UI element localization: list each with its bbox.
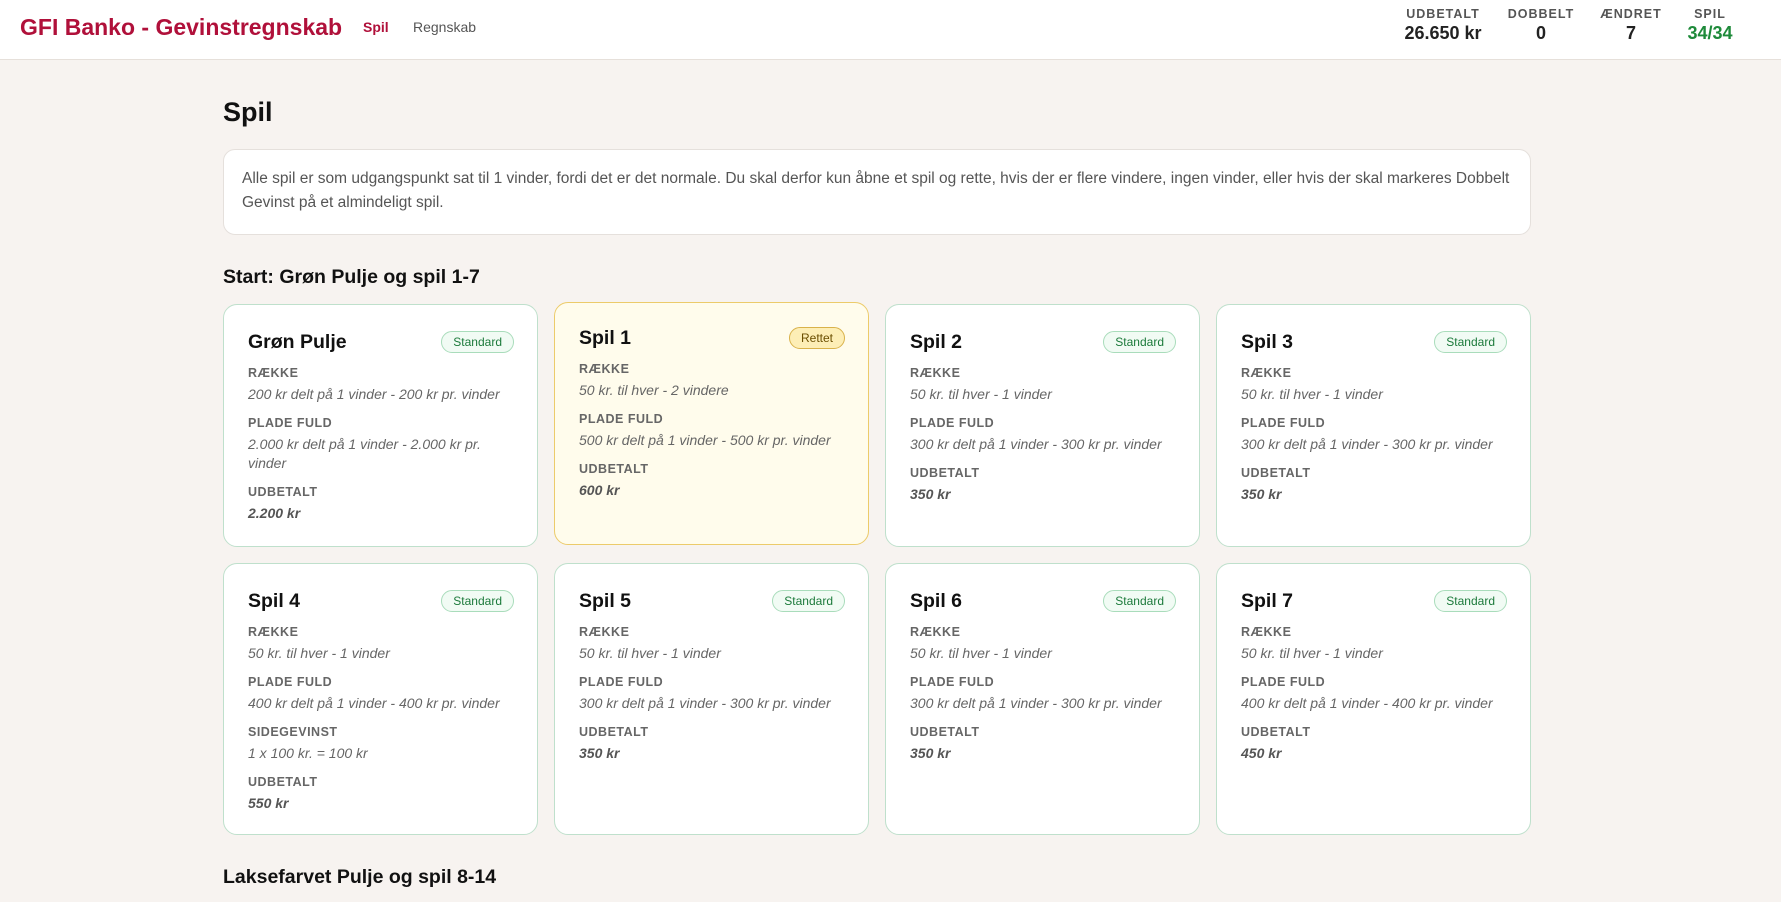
card-title: Grøn Pulje <box>248 331 347 353</box>
field-label-udbetalt: UDBETALT <box>1241 725 1311 739</box>
card-title: Spil 7 <box>1241 590 1294 612</box>
field-value-raekke: 50 kr. til hver - 1 vinder <box>1241 386 1383 402</box>
page-title: Spil <box>223 97 273 127</box>
game-card-gron-pulje[interactable]: Grøn Pulje Standard RÆKKE 200 kr delt på… <box>223 304 538 547</box>
stat-udbetalt: UDBETALT 26.650 kr <box>1398 7 1488 44</box>
field-label-plade-fuld: PLADE FULD <box>1241 675 1326 689</box>
field-value-udbetalt: 450 kr <box>1241 745 1282 761</box>
info-box: Alle spil er som udgangspunkt sat til 1 … <box>223 149 1531 235</box>
card-title: Spil 6 <box>910 590 963 612</box>
field-label-raekke: RÆKKE <box>1241 366 1292 380</box>
field-value-raekke: 50 kr. til hver - 1 vinder <box>1241 645 1383 661</box>
field-label-plade-fuld: PLADE FULD <box>248 416 333 430</box>
card-title: Spil 4 <box>248 590 301 612</box>
status-badge: Rettet <box>788 326 845 349</box>
section-title: Laksefarvet Pulje og spil 8-14 <box>223 866 497 888</box>
game-card-spil-1[interactable]: Spil 1 Rettet RÆKKE 50 kr. til hver - 2 … <box>554 302 869 545</box>
section-title: Start: Grøn Pulje og spil 1-7 <box>223 266 480 288</box>
field-label-udbetalt: UDBETALT <box>248 485 318 499</box>
field-label-udbetalt: UDBETALT <box>248 775 318 789</box>
field-value-raekke: 50 kr. til hver - 2 vindere <box>579 382 729 398</box>
status-badge: Standard <box>1103 589 1176 612</box>
stat-dobbelt: DOBBELT 0 <box>1503 7 1579 44</box>
field-label-raekke: RÆKKE <box>1241 625 1292 639</box>
field-label-raekke: RÆKKE <box>910 625 961 639</box>
field-value-raekke: 50 kr. til hver - 1 vinder <box>579 645 721 661</box>
field-label-plade-fuld: PLADE FULD <box>579 412 664 426</box>
field-label-raekke: RÆKKE <box>248 625 299 639</box>
field-label-udbetalt: UDBETALT <box>910 725 980 739</box>
status-badge: Standard <box>441 589 514 612</box>
field-value-raekke: 50 kr. til hver - 1 vinder <box>910 645 1052 661</box>
nav-link-regnskab[interactable]: Regnskab <box>413 19 476 35</box>
game-card-spil-3[interactable]: Spil 3 Standard RÆKKE 50 kr. til hver - … <box>1216 304 1531 547</box>
top-bar: GFI Banko - Gevinstregnskab Spil Regnska… <box>0 0 1781 60</box>
field-label-udbetalt: UDBETALT <box>910 466 980 480</box>
stat-aendret-value: 7 <box>1625 23 1636 43</box>
card-title: Spil 1 <box>579 327 632 349</box>
field-label-udbetalt: UDBETALT <box>579 725 649 739</box>
stat-aendret-label: ÆNDRET <box>1600 7 1662 21</box>
field-value-udbetalt: 350 kr <box>910 745 951 761</box>
card-title: Spil 3 <box>1241 331 1294 353</box>
field-value-udbetalt: 600 kr <box>579 482 620 498</box>
field-label-plade-fuld: PLADE FULD <box>1241 416 1326 430</box>
stat-spil-value: 34/34 <box>1687 23 1733 43</box>
field-value-plade-fuld: 300 kr delt på 1 vinder - 300 kr pr. vin… <box>579 695 831 711</box>
field-value-raekke: 200 kr delt på 1 vinder - 200 kr pr. vin… <box>248 386 500 402</box>
status-badge: Standard <box>1434 589 1507 612</box>
field-label-raekke: RÆKKE <box>248 366 299 380</box>
field-value-plade-fuld: 300 kr delt på 1 vinder - 300 kr pr. vin… <box>1241 436 1493 452</box>
field-label-plade-fuld: PLADE FULD <box>579 675 664 689</box>
field-value-plade-fuld: 400 kr delt på 1 vinder - 400 kr pr. vin… <box>248 695 500 711</box>
stat-udbetalt-label: UDBETALT <box>1406 7 1480 21</box>
field-label-raekke: RÆKKE <box>579 625 630 639</box>
field-value-raekke: 50 kr. til hver - 1 vinder <box>910 386 1052 402</box>
stat-dobbelt-value: 0 <box>1535 23 1546 43</box>
field-label-plade-fuld: PLADE FULD <box>248 675 333 689</box>
game-card-spil-7[interactable]: Spil 7 Standard RÆKKE 50 kr. til hver - … <box>1216 563 1531 835</box>
field-value-plade-fuld: 300 kr delt på 1 vinder - 300 kr pr. vin… <box>910 695 1162 711</box>
field-label-udbetalt: UDBETALT <box>1241 466 1311 480</box>
game-card-spil-5[interactable]: Spil 5 Standard RÆKKE 50 kr. til hver - … <box>554 563 869 835</box>
card-title: Spil 5 <box>579 590 632 612</box>
field-label-plade-fuld: PLADE FULD <box>910 416 995 430</box>
field-value-sidegevinst: 1 x 100 kr. = 100 kr <box>248 745 368 761</box>
brand-title: GFI Banko - Gevinstregnskab <box>20 14 343 40</box>
field-value-udbetalt: 550 kr <box>248 795 289 811</box>
field-value-udbetalt: 2.200 kr <box>248 505 301 521</box>
status-badge: Standard <box>1103 330 1176 353</box>
game-card-spil-2[interactable]: Spil 2 Standard RÆKKE 50 kr. til hver - … <box>885 304 1200 547</box>
nav-link-spil[interactable]: Spil <box>363 19 389 35</box>
field-value-plade-fuld: 300 kr delt på 1 vinder - 300 kr pr. vin… <box>910 436 1162 452</box>
card-title: Spil 2 <box>910 331 963 353</box>
field-value-raekke: 50 kr. til hver - 1 vinder <box>248 645 390 661</box>
field-value-plade-fuld: 500 kr delt på 1 vinder - 500 kr pr. vin… <box>579 432 831 448</box>
stat-spil-label: SPIL <box>1694 7 1726 21</box>
field-value-plade-fuld: 2.000 kr delt på 1 vinder - 2.000 kr pr.… <box>248 436 481 471</box>
field-value-plade-fuld: 400 kr delt på 1 vinder - 400 kr pr. vin… <box>1241 695 1493 711</box>
field-value-udbetalt: 350 kr <box>1241 486 1282 502</box>
field-label-udbetalt: UDBETALT <box>579 462 649 476</box>
field-label-raekke: RÆKKE <box>910 366 961 380</box>
info-text: Alle spil er som udgangspunkt sat til 1 … <box>242 170 1510 211</box>
field-value-udbetalt: 350 kr <box>579 745 620 761</box>
field-label-raekke: RÆKKE <box>579 362 630 376</box>
field-label-plade-fuld: PLADE FULD <box>910 675 995 689</box>
field-label-sidegevinst: SIDEGEVINST <box>248 725 338 739</box>
status-badge: Standard <box>1434 330 1507 353</box>
status-badge: Standard <box>441 330 514 353</box>
status-badge: Standard <box>772 589 845 612</box>
game-card-spil-6[interactable]: Spil 6 Standard RÆKKE 50 kr. til hver - … <box>885 563 1200 835</box>
stat-aendret: ÆNDRET 7 <box>1596 7 1666 44</box>
stat-dobbelt-label: DOBBELT <box>1507 7 1575 21</box>
field-value-udbetalt: 350 kr <box>910 486 951 502</box>
stat-udbetalt-value: 26.650 kr <box>1404 23 1482 43</box>
game-card-spil-4[interactable]: Spil 4 Standard RÆKKE 50 kr. til hver - … <box>223 563 538 835</box>
stat-spil: SPIL 34/34 <box>1682 7 1738 44</box>
